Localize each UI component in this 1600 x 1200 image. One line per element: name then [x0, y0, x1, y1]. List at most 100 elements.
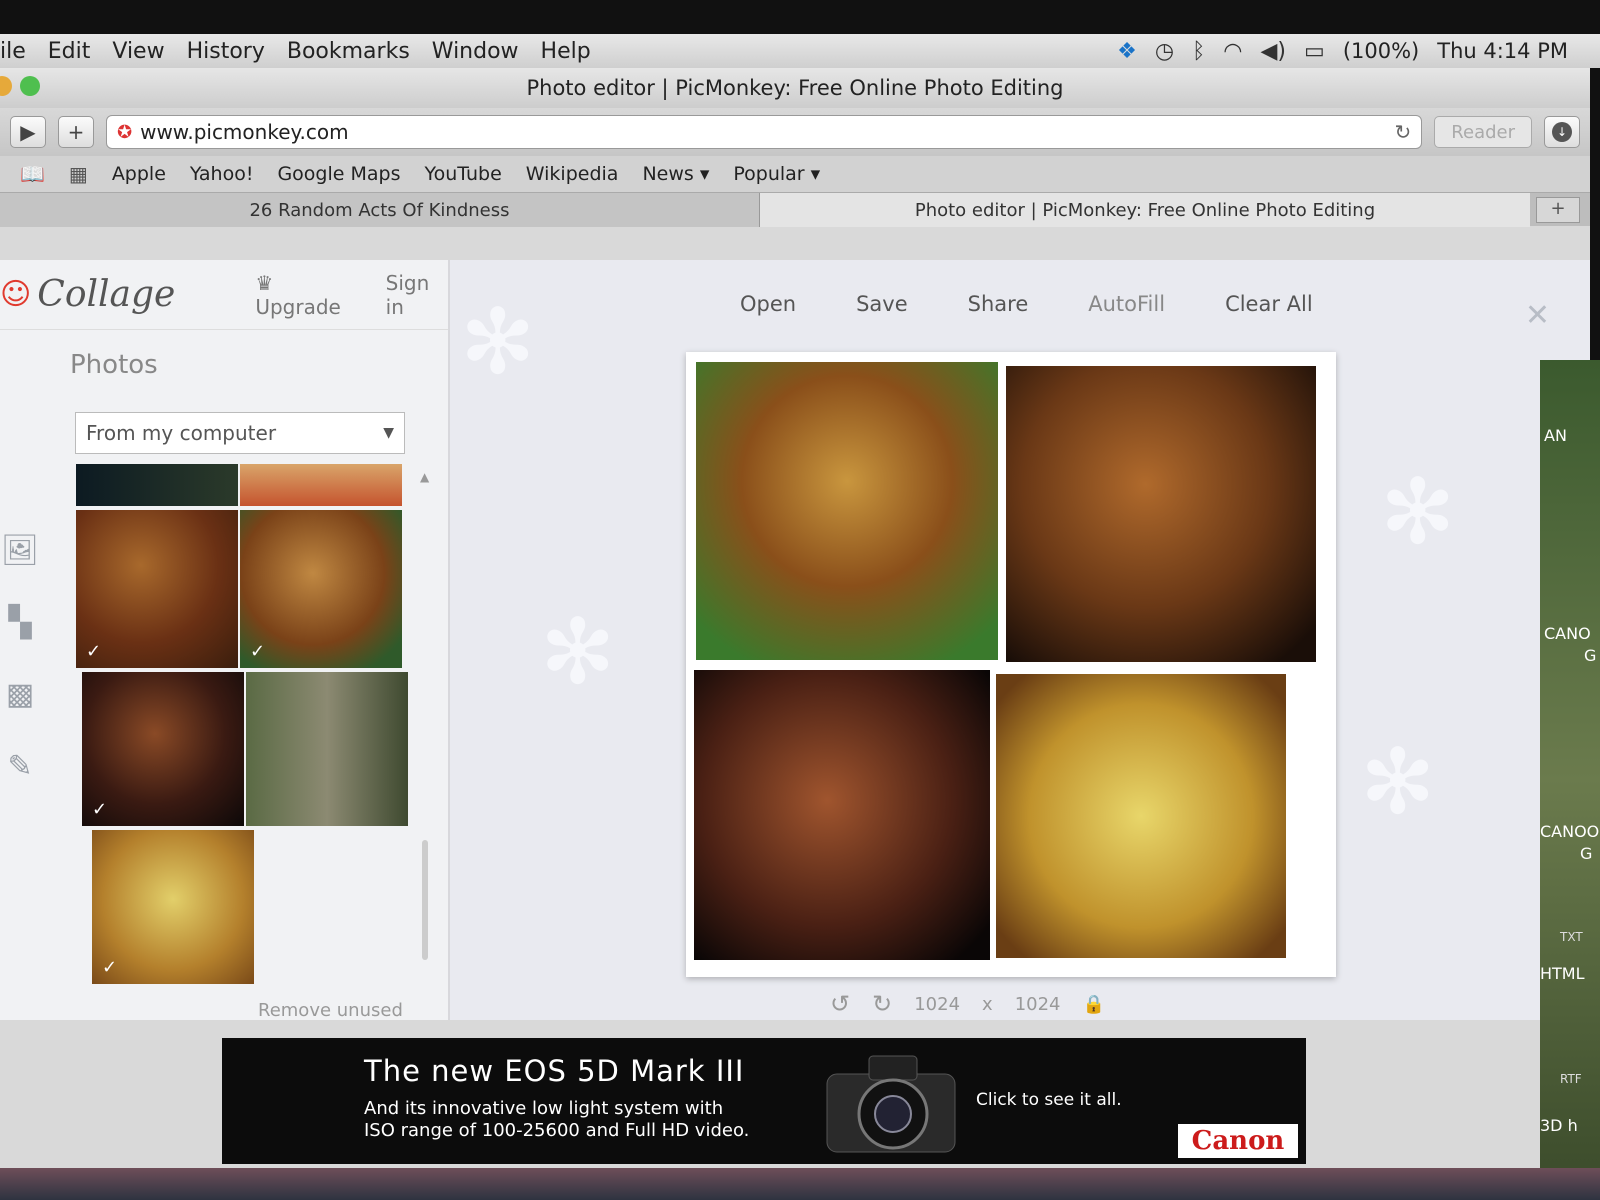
photo-thumbnail[interactable]: ✓: [92, 830, 254, 984]
dock[interactable]: [0, 1168, 1600, 1200]
remove-unused-link[interactable]: Remove unused: [258, 1000, 403, 1020]
add-tab-button[interactable]: +: [58, 116, 94, 148]
desktop-file-label[interactable]: CANO: [1544, 624, 1591, 643]
ad-subtext-line-2: ISO range of 100-25600 and Full HD video…: [364, 1120, 750, 1141]
autofill-button[interactable]: AutoFill: [1088, 292, 1165, 316]
bookmark-youtube[interactable]: YouTube: [425, 163, 502, 185]
check-icon: ✓: [102, 957, 118, 978]
tab-photo-editor[interactable]: Photo editor | PicMonkey: Free Online Ph…: [760, 193, 1530, 227]
browser-toolbar: ▶ + ✪ www.picmonkey.com ↻ Reader ↓: [0, 108, 1590, 156]
scroll-up-icon[interactable]: ▲: [420, 470, 430, 484]
collage-cell[interactable]: [696, 362, 998, 660]
desktop-file-label[interactable]: RTF: [1560, 1072, 1582, 1086]
new-tab-button[interactable]: +: [1536, 197, 1580, 223]
collage-canvas[interactable]: [686, 352, 1336, 977]
menu-view[interactable]: View: [112, 39, 164, 64]
bookmark-google-maps[interactable]: Google Maps: [277, 163, 400, 185]
collage-cell[interactable]: [996, 674, 1286, 958]
top-sites-icon[interactable]: ▦: [69, 162, 88, 186]
menu-edit[interactable]: Edit: [48, 39, 91, 64]
desktop-file-label[interactable]: AN: [1544, 426, 1567, 445]
layouts-tool-icon[interactable]: ▚: [0, 602, 40, 642]
time-machine-icon[interactable]: ◷: [1155, 39, 1174, 64]
photo-thumbnail[interactable]: [76, 464, 238, 506]
battery-icon[interactable]: ▭: [1304, 39, 1325, 64]
photo-source-select[interactable]: From my computer ▼: [75, 412, 405, 454]
bookmark-wikipedia[interactable]: Wikipedia: [526, 163, 619, 185]
ad-cta[interactable]: Click to see it all.: [976, 1090, 1122, 1110]
ad-subtext: And its innovative low light system with…: [364, 1098, 764, 1142]
scroll-thumb[interactable]: [422, 840, 428, 960]
bookmark-yahoo[interactable]: Yahoo!: [190, 163, 254, 185]
photo-thumbnail[interactable]: [240, 464, 402, 506]
menu-history[interactable]: History: [187, 39, 265, 64]
save-button[interactable]: Save: [856, 292, 908, 316]
download-icon: ↓: [1552, 122, 1572, 142]
menu-window[interactable]: Window: [432, 39, 519, 64]
browser-window: Photo editor | PicMonkey: Free Online Ph…: [0, 68, 1590, 1168]
picmonkey-favicon-icon: ✪: [117, 121, 133, 143]
desktop-file-label[interactable]: TXT: [1560, 930, 1583, 944]
menu-help[interactable]: Help: [541, 39, 591, 64]
url-text: www.picmonkey.com: [140, 120, 349, 144]
camera-icon: [826, 1055, 956, 1153]
desktop-file-label[interactable]: HTML: [1540, 964, 1585, 983]
address-bar[interactable]: ✪ www.picmonkey.com ↻: [106, 115, 1423, 149]
photo-thumbnail[interactable]: ✓: [76, 510, 238, 668]
check-icon: ✓: [92, 799, 108, 820]
close-icon[interactable]: ✕: [1525, 298, 1550, 333]
desktop-edge: AN CANO G CANOO G TXT HTML RTF 3D h: [1540, 360, 1600, 1200]
downloads-button[interactable]: ↓: [1544, 116, 1580, 148]
bluetooth-icon[interactable]: ᛒ: [1192, 39, 1205, 64]
bookmark-apple[interactable]: Apple: [112, 163, 166, 185]
desktop-file-label[interactable]: G: [1580, 844, 1592, 863]
menu-bookmarks[interactable]: Bookmarks: [287, 39, 410, 64]
check-icon: ✓: [250, 641, 266, 662]
photo-thumbnail[interactable]: ✓: [82, 672, 244, 826]
snowflake-decoration-icon: ✻: [460, 290, 536, 395]
wifi-icon[interactable]: ◠: [1223, 39, 1242, 64]
collage-cell[interactable]: [694, 670, 990, 960]
mac-menu-bar: ile Edit View History Bookmarks Window H…: [0, 34, 1600, 68]
desktop-file-label[interactable]: 3D h: [1540, 1116, 1578, 1135]
background-tool-icon[interactable]: ▩: [0, 674, 40, 714]
clear-all-button[interactable]: Clear All: [1225, 292, 1313, 316]
forward-button[interactable]: ▶: [10, 116, 46, 148]
desktop-file-label[interactable]: G: [1584, 646, 1596, 665]
canvas-size-bar: ↺ ↻ 1024 x 1024 🔒: [830, 990, 1105, 1018]
rotate-left-icon[interactable]: ↺: [830, 990, 850, 1018]
reload-icon[interactable]: ↻: [1395, 120, 1412, 144]
rotate-right-icon[interactable]: ↻: [872, 990, 892, 1018]
canvas-width[interactable]: 1024: [914, 994, 960, 1015]
canon-ad-banner[interactable]: The new EOS 5D Mark III And its innovati…: [222, 1038, 1306, 1164]
battery-percent: (100%): [1342, 39, 1420, 63]
photo-thumbnail[interactable]: [246, 672, 408, 826]
photos-heading: Photos: [70, 350, 158, 380]
clock[interactable]: Thu 4:14 PM: [1437, 39, 1568, 63]
bookmark-popular[interactable]: Popular ▾: [733, 163, 820, 185]
menu-file[interactable]: ile: [0, 39, 26, 64]
canvas-height[interactable]: 1024: [1015, 994, 1061, 1015]
bookmark-news[interactable]: News ▾: [642, 163, 709, 185]
photo-thumbnail[interactable]: ✓: [240, 510, 402, 668]
volume-icon[interactable]: ◀): [1261, 39, 1287, 64]
window-title: Photo editor | PicMonkey: Free Online Ph…: [526, 76, 1064, 100]
desktop-file-label[interactable]: CANOO: [1540, 822, 1599, 841]
collage-cell[interactable]: [1006, 366, 1316, 662]
collage-sidebar: ☺ Collage ♛ Upgrade Sign in Photos From …: [0, 260, 450, 1020]
ad-subtext-line-1: And its innovative low light system with: [364, 1098, 724, 1119]
upgrade-link[interactable]: ♛ Upgrade: [255, 271, 355, 319]
sign-in-link[interactable]: Sign in: [386, 271, 448, 319]
open-button[interactable]: Open: [740, 292, 796, 316]
photos-tool-icon[interactable]: 🖼: [0, 530, 40, 570]
photo-source-value: From my computer: [86, 421, 277, 445]
tab-random-acts[interactable]: 26 Random Acts Of Kindness: [0, 193, 760, 227]
share-button[interactable]: Share: [968, 292, 1029, 316]
thumbnail-scrollbar[interactable]: ▲: [420, 470, 430, 980]
size-separator: x: [982, 993, 993, 1015]
reader-button[interactable]: Reader: [1434, 116, 1532, 148]
lock-icon[interactable]: 🔒: [1083, 994, 1105, 1015]
dropbox-icon[interactable]: ❖: [1117, 39, 1137, 64]
stickers-tool-icon[interactable]: ✎: [0, 746, 40, 786]
reading-list-icon[interactable]: 📖: [20, 162, 45, 186]
